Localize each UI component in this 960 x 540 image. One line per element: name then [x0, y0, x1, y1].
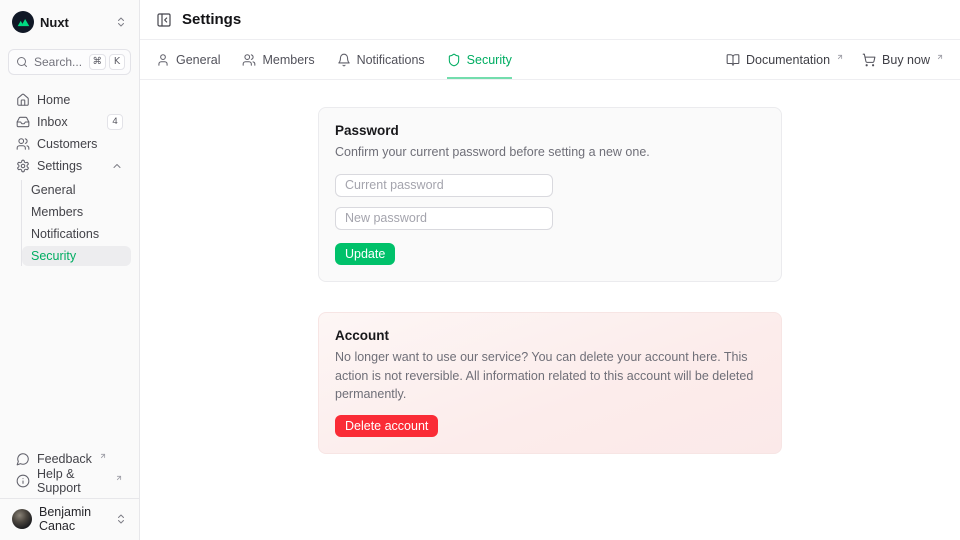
gear-icon: [16, 159, 30, 173]
chevron-up-icon: [111, 160, 123, 172]
user-avatar: [12, 509, 32, 529]
link-label: Documentation: [746, 53, 830, 67]
sidebar: Nuxt Search... ⌘ K Home: [0, 0, 140, 540]
password-card-description: Confirm your current password before set…: [335, 143, 765, 162]
tab-general[interactable]: General: [156, 40, 220, 79]
shield-icon: [447, 53, 461, 67]
tab-security[interactable]: Security: [447, 40, 512, 79]
nuxt-logo-icon: [12, 11, 34, 33]
page-title: Settings: [182, 11, 241, 28]
external-link-icon: [936, 53, 944, 61]
sidebar-item-label: Notifications: [31, 227, 99, 241]
sidebar-item-label: Feedback: [37, 452, 92, 466]
inbox-icon: [16, 115, 30, 129]
tab-bar: General Members Notifications: [140, 40, 960, 80]
delete-account-button[interactable]: Delete account: [335, 415, 438, 437]
sidebar-divider: [0, 498, 139, 499]
user-menu[interactable]: Benjamin Canac: [8, 506, 131, 532]
chat-bubble-icon: [16, 452, 30, 466]
current-password-input[interactable]: [335, 174, 553, 197]
external-link-icon: [99, 452, 107, 460]
password-card-title: Password: [335, 123, 765, 138]
workspace-name: Nuxt: [40, 15, 69, 30]
sidebar-item-label: Help & Support: [37, 467, 108, 495]
sidebar-item-feedback[interactable]: Feedback: [8, 449, 131, 469]
account-card-description: No longer want to use our service? You c…: [335, 348, 765, 404]
account-card-title: Account: [335, 328, 765, 343]
chevrons-up-down-icon: [115, 513, 127, 525]
sidebar-item-notifications[interactable]: Notifications: [22, 224, 131, 244]
tab-label: Notifications: [357, 53, 425, 67]
workspace-switcher[interactable]: Nuxt: [8, 8, 131, 36]
user-icon: [156, 53, 170, 67]
kbd-command: ⌘: [89, 54, 107, 70]
sidebar-spacer: [8, 268, 131, 449]
chevrons-up-down-icon: [115, 16, 127, 28]
users-icon: [242, 53, 256, 67]
shopping-cart-icon: [862, 53, 876, 67]
sidebar-item-label: General: [31, 183, 75, 197]
tabs: General Members Notifications: [156, 40, 512, 79]
sidebar-item-settings[interactable]: Settings: [8, 156, 131, 176]
sidebar-item-label: Settings: [37, 159, 82, 173]
new-password-input[interactable]: [335, 207, 553, 230]
collapse-sidebar-icon[interactable]: [156, 12, 172, 28]
sidebar-item-inbox[interactable]: Inbox 4: [8, 112, 131, 132]
main-panel: Settings General Members: [140, 0, 960, 540]
sidebar-nav: Home Inbox 4 Customers Settings: [8, 90, 131, 268]
tab-bar-links: Documentation Buy now: [726, 53, 944, 67]
sidebar-item-label: Members: [31, 205, 83, 219]
tab-label: Security: [467, 53, 512, 67]
search-shortcut: ⌘ K: [89, 54, 126, 70]
settings-subnav: General Members Notifications Security: [21, 180, 131, 266]
inbox-count-badge: 4: [107, 114, 123, 130]
tab-members[interactable]: Members: [242, 40, 314, 79]
page-header: Settings: [140, 0, 960, 40]
kbd-k: K: [109, 54, 125, 70]
buy-now-link[interactable]: Buy now: [862, 53, 944, 67]
sidebar-item-general[interactable]: General: [22, 180, 131, 200]
sidebar-item-members[interactable]: Members: [22, 202, 131, 222]
sidebar-item-customers[interactable]: Customers: [8, 134, 131, 154]
search-input[interactable]: Search... ⌘ K: [8, 49, 131, 75]
link-label: Buy now: [882, 53, 930, 67]
users-icon: [16, 137, 30, 151]
tab-label: General: [176, 53, 220, 67]
password-card: Password Confirm your current password b…: [318, 107, 782, 282]
tab-notifications[interactable]: Notifications: [337, 40, 425, 79]
sidebar-item-help-support[interactable]: Help & Support: [8, 471, 131, 491]
bell-icon: [337, 53, 351, 67]
sidebar-item-label: Security: [31, 249, 76, 263]
sidebar-item-home[interactable]: Home: [8, 90, 131, 110]
tab-label: Members: [262, 53, 314, 67]
user-name: Benjamin Canac: [39, 505, 108, 533]
sidebar-item-label: Customers: [37, 137, 97, 151]
external-link-icon: [836, 53, 844, 61]
documentation-link[interactable]: Documentation: [726, 53, 844, 67]
sidebar-item-label: Home: [37, 93, 70, 107]
sidebar-item-label: Inbox: [37, 115, 68, 129]
external-link-icon: [115, 474, 123, 482]
app-window: Nuxt Search... ⌘ K Home: [0, 0, 960, 540]
book-open-icon: [726, 53, 740, 67]
search-icon: [16, 56, 28, 68]
security-content: Password Confirm your current password b…: [140, 80, 960, 540]
search-placeholder: Search...: [34, 55, 83, 69]
update-password-button[interactable]: Update: [335, 243, 395, 265]
home-icon: [16, 93, 30, 107]
sidebar-item-security[interactable]: Security: [22, 246, 131, 266]
account-card: Account No longer want to use our servic…: [318, 312, 782, 454]
sidebar-footer: Feedback Help & Support: [8, 449, 131, 491]
info-circle-icon: [16, 474, 30, 488]
